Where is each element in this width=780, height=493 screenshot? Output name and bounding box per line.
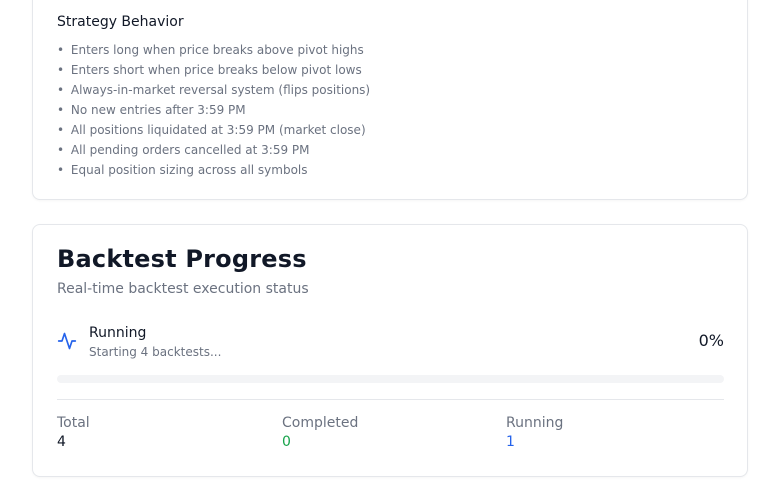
stat-total: Total 4 (57, 415, 277, 450)
stat-running-value: 1 (506, 434, 515, 450)
strategy-rule-text: Enters short when price breaks below piv… (70, 63, 362, 77)
strategy-rule-text: All pending orders cancelled at 3:59 PM (70, 143, 310, 157)
stat-running-label: Running (506, 415, 564, 431)
strategy-rule-text: No new entries after 3:59 PM (70, 103, 246, 117)
progress-percent: 0% (698, 331, 724, 350)
stat-total-value: 4 (57, 434, 66, 450)
stat-completed: Completed 0 (282, 415, 502, 450)
bullet: • (57, 43, 65, 57)
status-detail: Starting 4 backtests... (89, 345, 222, 359)
stat-completed-label: Completed (282, 415, 359, 431)
progress-bar (57, 375, 724, 383)
strategy-rule: • Enters long when price breaks above pi… (57, 40, 370, 60)
strategy-rule-text: All positions liquidated at 3:59 PM (mar… (70, 123, 366, 137)
strategy-rule: • No new entries after 3:59 PM (57, 100, 370, 120)
divider (57, 399, 724, 400)
strategy-rule: • Always-in-market reversal system (flip… (57, 80, 370, 100)
strategy-rule-text: Equal position sizing across all symbols (70, 163, 308, 177)
stats-grid: Total 4 Completed 0 Running 1 (57, 415, 724, 455)
strategy-rule-text: Enters long when price breaks above pivo… (70, 43, 364, 57)
strategy-rules-list: • Enters long when price breaks above pi… (57, 40, 370, 180)
activity-icon (57, 331, 77, 351)
bullet: • (57, 103, 65, 117)
bullet: • (57, 143, 65, 157)
strategy-rule: • All pending orders cancelled at 3:59 P… (57, 140, 370, 160)
bullet: • (57, 83, 65, 97)
bullet: • (57, 63, 65, 77)
stat-completed-value: 0 (282, 434, 291, 450)
backtest-progress-title: Backtest Progress (57, 245, 307, 273)
bullet: • (57, 123, 65, 137)
strategy-behavior-card: Strategy Behavior • Enters long when pri… (32, 0, 748, 200)
backtest-progress-subtitle: Real-time backtest execution status (57, 281, 309, 297)
strategy-rule: • Enters short when price breaks below p… (57, 60, 370, 80)
stat-running: Running 1 (506, 415, 726, 450)
status-row: Running Starting 4 backtests... 0% (57, 325, 724, 365)
strategy-rule: • Equal position sizing across all symbo… (57, 160, 370, 180)
strategy-rule: • All positions liquidated at 3:59 PM (m… (57, 120, 370, 140)
strategy-behavior-title: Strategy Behavior (57, 14, 184, 30)
strategy-rule-text: Always-in-market reversal system (flips … (70, 83, 371, 97)
status-label: Running (89, 325, 147, 341)
backtest-progress-card: Backtest Progress Real-time backtest exe… (32, 224, 748, 477)
stat-total-label: Total (57, 415, 90, 431)
bullet: • (57, 163, 65, 177)
